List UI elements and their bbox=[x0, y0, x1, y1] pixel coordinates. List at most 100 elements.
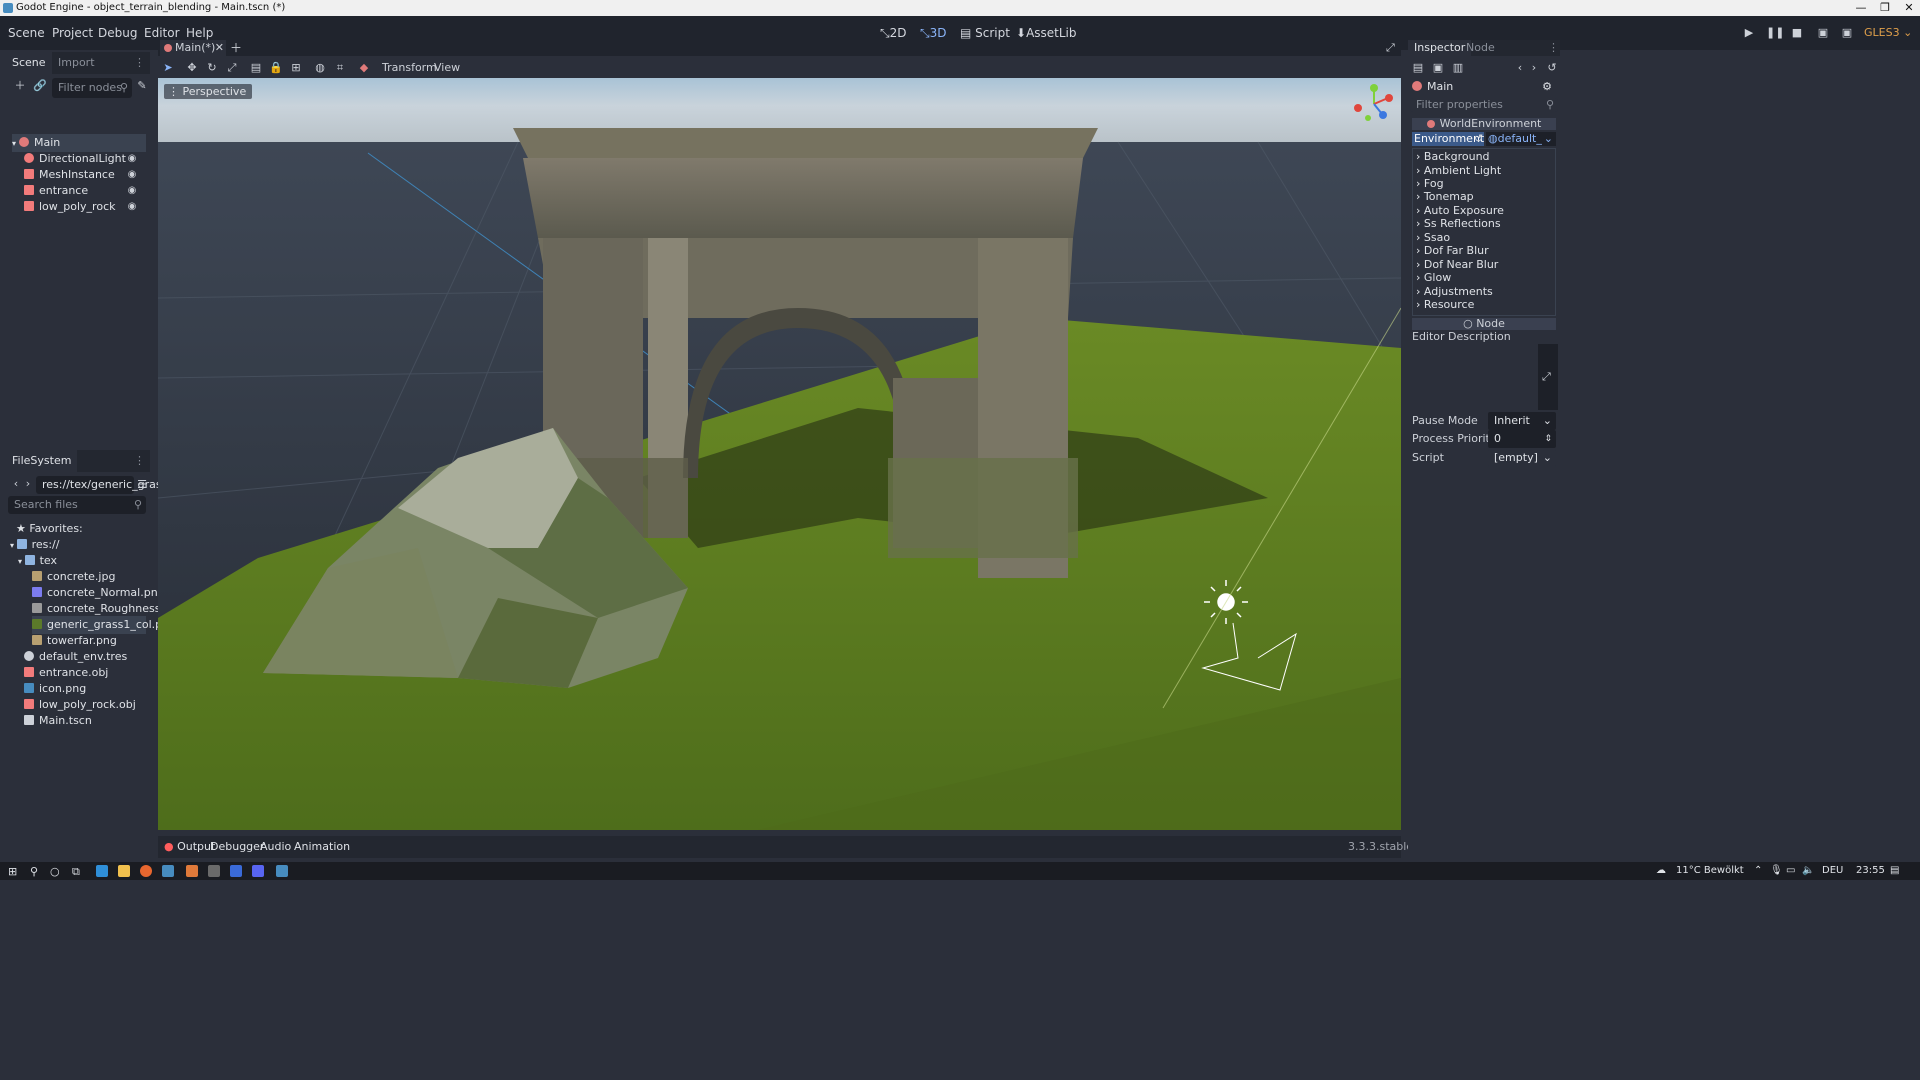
list-select-icon[interactable]: ▤ bbox=[248, 60, 264, 76]
environment-resource-picker[interactable]: ◍default_ ⌄ bbox=[1486, 132, 1556, 146]
tab-main-scene[interactable]: Main(*) ✕ bbox=[160, 40, 226, 56]
rotate-tool-icon[interactable]: ↻ bbox=[204, 60, 220, 76]
play-custom-scene-icon[interactable]: ▣ bbox=[1840, 26, 1854, 40]
section-glow[interactable]: › Glow bbox=[1416, 271, 1556, 285]
section-adjustments[interactable]: › Adjustments bbox=[1416, 285, 1556, 299]
script-attach-icon[interactable]: ✎ bbox=[134, 78, 150, 94]
section-auto-exposure[interactable]: › Auto Exposure bbox=[1416, 204, 1556, 218]
search-files-input[interactable]: Search files ⚲ bbox=[8, 496, 146, 514]
dock-menu-icon[interactable]: ⋮ bbox=[134, 450, 145, 472]
close-tab-icon[interactable]: ✕ bbox=[215, 40, 224, 56]
weather-text[interactable]: 11°C Bewölkt bbox=[1676, 865, 1744, 876]
object-properties-icon[interactable]: ⚙ bbox=[1542, 80, 1552, 94]
godot-taskbar-icon[interactable] bbox=[276, 865, 288, 877]
visibility-eye-icon[interactable]: ◉ bbox=[126, 169, 138, 181]
search-icon[interactable]: ⚲ bbox=[30, 865, 38, 878]
section-fog[interactable]: › Fog bbox=[1416, 177, 1556, 191]
notification-icon[interactable]: ▤ bbox=[1890, 865, 1899, 876]
forward-icon[interactable]: › bbox=[20, 476, 36, 492]
tree-node-low-poly-rock[interactable]: low_poly_rock ◉ bbox=[24, 198, 146, 216]
play-scene-icon[interactable]: ▣ bbox=[1816, 26, 1830, 40]
group-icon[interactable]: ⊞ bbox=[288, 60, 304, 76]
distraction-free-icon[interactable]: ⤢ bbox=[1386, 40, 1395, 56]
app-icon[interactable] bbox=[230, 865, 242, 877]
section-dof-far-blur[interactable]: › Dof Far Blur bbox=[1416, 244, 1556, 258]
file-explorer-icon[interactable] bbox=[118, 865, 130, 877]
scale-tool-icon[interactable]: ⤢ bbox=[224, 60, 240, 76]
expand-icon[interactable]: ⤢ bbox=[1542, 370, 1551, 384]
local-space-icon[interactable]: ◍ bbox=[312, 60, 328, 76]
perspective-menu[interactable]: ⋮ Perspective bbox=[164, 84, 253, 99]
discord-icon[interactable] bbox=[252, 865, 264, 877]
script-resource-picker[interactable]: [empty] ⌄ bbox=[1488, 449, 1556, 467]
select-tool-icon[interactable]: ➤ bbox=[160, 60, 176, 76]
play-icon[interactable]: ▶ bbox=[1742, 26, 1756, 40]
language-indicator[interactable]: DEU bbox=[1822, 865, 1843, 876]
inspected-object[interactable]: Main ⚙ bbox=[1412, 80, 1556, 94]
link-icon[interactable]: 🔗 bbox=[32, 78, 48, 94]
renderer-select[interactable]: GLES3 ⌄ bbox=[1864, 16, 1912, 50]
tab-scene[interactable]: Scene bbox=[6, 52, 52, 74]
network-icon[interactable]: ▭ bbox=[1786, 865, 1795, 876]
visibility-eye-icon[interactable]: ◉ bbox=[126, 185, 138, 197]
close-window-icon[interactable]: ✕ bbox=[1894, 0, 1920, 16]
save-resource-icon[interactable]: ▥ bbox=[1450, 60, 1466, 76]
tab-animation[interactable]: Animation bbox=[294, 836, 350, 858]
lock-icon[interactable]: 🔒 bbox=[268, 60, 284, 76]
transform-menu[interactable]: Transform bbox=[382, 58, 437, 78]
menu-scene[interactable]: Scene bbox=[8, 16, 45, 50]
firefox-icon[interactable] bbox=[140, 865, 152, 877]
tab-output[interactable]: ● Output bbox=[164, 836, 215, 858]
section-resource[interactable]: › Resource bbox=[1416, 298, 1556, 312]
filter-properties-input[interactable]: Filter properties ⚲ bbox=[1410, 98, 1558, 112]
visibility-eye-icon[interactable]: ◉ bbox=[126, 153, 138, 165]
view-menu[interactable]: View bbox=[434, 58, 460, 78]
app-icon[interactable] bbox=[208, 865, 220, 877]
history-icon[interactable]: ↺ bbox=[1544, 60, 1560, 76]
windows-start-icon[interactable]: ⊞ bbox=[8, 865, 17, 878]
tab-import[interactable]: Import bbox=[52, 52, 101, 74]
file-item[interactable]: Main.tscn bbox=[24, 712, 92, 730]
pause-mode-select[interactable]: Inherit ⌄ bbox=[1488, 412, 1556, 430]
pause-icon[interactable]: ❚❚ bbox=[1766, 26, 1784, 40]
new-tab-icon[interactable]: ＋ bbox=[230, 40, 242, 56]
move-tool-icon[interactable]: ✥ bbox=[184, 60, 200, 76]
section-background[interactable]: › Background bbox=[1416, 150, 1556, 164]
tab-filesystem[interactable]: FileSystem bbox=[6, 450, 78, 472]
microphone-icon[interactable]: 🎙 bbox=[1770, 865, 1783, 876]
section-ssao[interactable]: › Ssao bbox=[1416, 231, 1556, 245]
spin-arrows-icon[interactable]: ⇕ bbox=[1544, 430, 1552, 448]
tray-expand-icon[interactable]: ⌃ bbox=[1754, 865, 1762, 876]
section-ss-reflections[interactable]: › Ss Reflections bbox=[1416, 217, 1556, 231]
dock-menu-icon[interactable]: ⋮ bbox=[134, 52, 145, 74]
process-priority-spinbox[interactable]: 0 ⇕ bbox=[1488, 430, 1556, 448]
section-dof-near-blur[interactable]: › Dof Near Blur bbox=[1416, 258, 1556, 272]
blender-icon[interactable] bbox=[186, 865, 198, 877]
camera-preview-icon[interactable]: ◆ bbox=[356, 60, 372, 76]
dock-menu-icon[interactable]: ⋮ bbox=[1548, 40, 1559, 56]
stop-icon[interactable]: ■ bbox=[1790, 26, 1804, 40]
section-ambient-light[interactable]: › Ambient Light bbox=[1416, 164, 1556, 178]
new-resource-icon[interactable]: ▤ bbox=[1410, 60, 1426, 76]
menu-project[interactable]: Project bbox=[52, 16, 93, 50]
cortana-icon[interactable]: ○ bbox=[50, 865, 60, 878]
split-mode-icon[interactable]: ☰ bbox=[134, 477, 150, 493]
volume-icon[interactable]: 🔈 bbox=[1802, 865, 1814, 876]
history-forward-icon[interactable]: › bbox=[1526, 60, 1542, 76]
tab-audio[interactable]: Audio bbox=[260, 836, 291, 858]
tab-debugger[interactable]: Debugger bbox=[210, 836, 264, 858]
open-resource-icon[interactable]: ▣ bbox=[1430, 60, 1446, 76]
visibility-eye-icon[interactable]: ◉ bbox=[126, 201, 138, 213]
godot-taskbar-icon[interactable] bbox=[162, 865, 174, 877]
menu-debug[interactable]: Debug bbox=[98, 16, 137, 50]
add-node-icon[interactable]: ＋ bbox=[12, 78, 28, 94]
section-tonemap[interactable]: › Tonemap bbox=[1416, 190, 1556, 204]
revert-icon[interactable]: ↺ bbox=[1474, 132, 1483, 146]
task-view-icon[interactable]: ⧉ bbox=[72, 865, 80, 879]
snap-icon[interactable]: ⌗ bbox=[332, 60, 348, 76]
3d-viewport[interactable]: ⋮ Perspective bbox=[158, 78, 1401, 830]
editor-description-field[interactable]: ⤢ bbox=[1538, 344, 1558, 410]
clock[interactable]: 23:55 bbox=[1856, 865, 1885, 876]
tab-node[interactable]: Node bbox=[1460, 40, 1501, 56]
filesystem-path-input[interactable]: res://tex/generic_gras bbox=[36, 476, 162, 494]
